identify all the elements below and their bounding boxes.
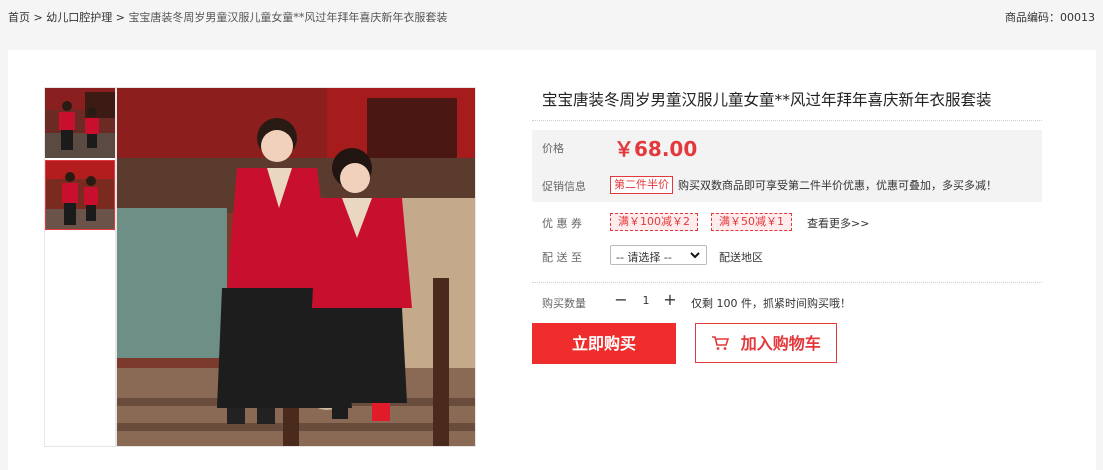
promo-description: 购买双数商品即可享受第二件半价优惠，优惠可叠加，多买多减！ xyxy=(678,179,997,192)
stock-note: 仅剩 100 件，抓紧时间购买哦！ xyxy=(691,297,851,310)
buy-now-label: 立即购买 xyxy=(571,334,636,353)
ship-label: 配 送 至 xyxy=(542,251,582,264)
thumbnail-list xyxy=(44,87,116,447)
buy-now-button[interactable]: 立即购买 xyxy=(532,323,676,364)
ship-select-value: -- 请选择 -- xyxy=(616,251,672,264)
breadcrumb: 首页 > 幼儿口腔护理 > 宝宝唐装冬周岁男童汉服儿童女童**风过年拜年喜庆新年… xyxy=(8,9,447,25)
ship-area-label: 配送地区 xyxy=(719,251,763,264)
cart-icon xyxy=(711,326,730,366)
breadcrumb-current: 宝宝唐装冬周岁男童汉服儿童女童**风过年拜年喜庆新年衣服套装 xyxy=(128,11,448,24)
breadcrumb-separator: > xyxy=(33,11,43,24)
product-photo xyxy=(117,88,475,446)
coupon-more-link[interactable]: 查看更多>> xyxy=(807,215,869,231)
quantity-decrease-button[interactable]: − xyxy=(614,292,628,308)
thumbnail-1-image xyxy=(45,88,115,158)
add-to-cart-label: 加入购物车 xyxy=(740,334,821,353)
divider xyxy=(532,282,1042,283)
price-value: ￥68.00 xyxy=(614,137,698,161)
divider xyxy=(532,120,1042,121)
top-bar: 首页 > 幼儿口腔护理 > 宝宝唐装冬周岁男童汉服儿童女童**风过年拜年喜庆新年… xyxy=(0,0,1103,32)
product-main-image[interactable] xyxy=(116,87,476,447)
breadcrumb-home[interactable]: 首页 xyxy=(8,11,30,24)
ship-region-select[interactable]: -- 请选择 -- xyxy=(610,245,707,265)
product-code: 商品编码：00013 xyxy=(1005,11,1095,24)
coupon-50-1[interactable]: 满￥50减￥1 xyxy=(711,213,792,231)
thumbnail-1[interactable] xyxy=(45,88,115,158)
quantity-input[interactable] xyxy=(634,292,658,308)
product-card: 宝宝唐装冬周岁男童汉服儿童女童**风过年拜年喜庆新年衣服套装 价格 ￥68.00… xyxy=(8,50,1096,470)
coupon-label: 优 惠 券 xyxy=(542,217,582,230)
coupon-100-2[interactable]: 满￥100减￥2 xyxy=(610,213,698,231)
thumbnail-2[interactable] xyxy=(45,160,115,230)
add-to-cart-button[interactable]: 加入购物车 xyxy=(695,323,837,363)
price-label: 价格 xyxy=(542,142,564,155)
promo-label: 促销信息 xyxy=(542,180,586,193)
price-box: 价格 ￥68.00 促销信息 第二件半价 购买双数商品即可享受第二件半价优惠，优… xyxy=(532,130,1042,202)
product-title: 宝宝唐装冬周岁男童汉服儿童女童**风过年拜年喜庆新年衣服套装 xyxy=(542,91,992,109)
thumbnail-2-image xyxy=(46,161,114,229)
quantity-label: 购买数量 xyxy=(542,297,586,310)
promo-tag: 第二件半价 xyxy=(610,176,673,194)
chevron-down-icon xyxy=(690,250,700,263)
quantity-increase-button[interactable]: + xyxy=(663,292,677,308)
breadcrumb-separator: > xyxy=(115,11,125,24)
breadcrumb-category[interactable]: 幼儿口腔护理 xyxy=(46,11,112,24)
